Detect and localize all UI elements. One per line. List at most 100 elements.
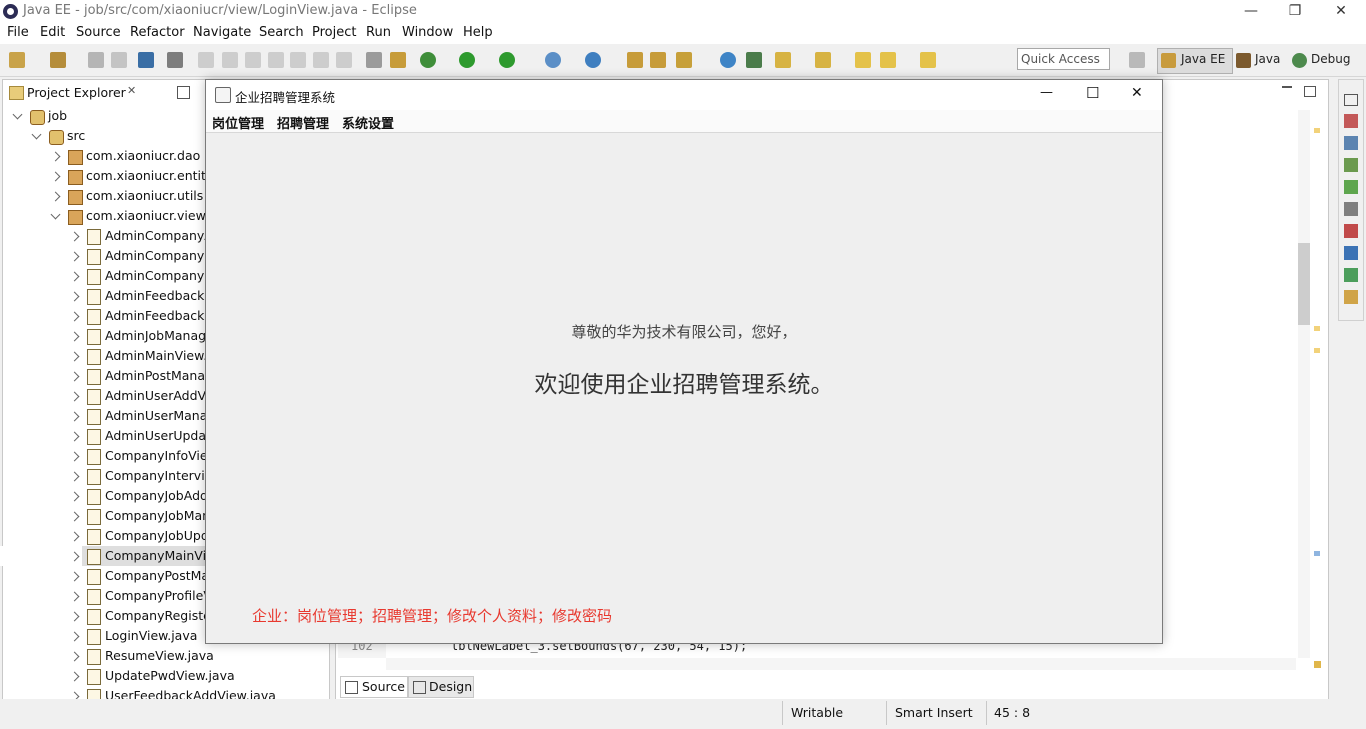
new-wizard-icon[interactable] — [50, 52, 66, 68]
project-explorer-tab[interactable]: Project Explorer ✕ — [3, 80, 143, 104]
tree-item-file[interactable]: ResumeView.java — [0, 646, 320, 666]
last-edit-icon[interactable] — [855, 52, 871, 68]
restore-button[interactable]: ❐ — [1272, 0, 1318, 24]
perspective-java-label[interactable]: Java — [1255, 52, 1280, 66]
menu-window[interactable]: Window — [402, 25, 453, 40]
disconnect-icon[interactable] — [268, 52, 284, 68]
chevron-right-icon[interactable] — [69, 651, 80, 662]
chevron-right-icon[interactable] — [50, 171, 61, 182]
debug-icon[interactable] — [420, 52, 436, 68]
search-icon[interactable] — [676, 52, 692, 68]
annotation-icon[interactable] — [746, 52, 762, 68]
chevron-right-icon[interactable] — [69, 611, 80, 622]
save-all-icon[interactable] — [111, 52, 127, 68]
menu-navigate[interactable]: Navigate — [193, 25, 251, 40]
dialog-minimize-button[interactable]: — — [1040, 85, 1053, 100]
chevron-right-icon[interactable] — [69, 431, 80, 442]
task-list-icon[interactable] — [1344, 136, 1358, 150]
open-perspective-icon[interactable] — [1129, 52, 1145, 68]
java-perspective-icon[interactable] — [1236, 53, 1251, 68]
new-server-icon[interactable] — [545, 52, 561, 68]
resume-icon[interactable] — [198, 52, 214, 68]
chevron-right-icon[interactable] — [69, 591, 80, 602]
chevron-right-icon[interactable] — [69, 251, 80, 262]
chevron-right-icon[interactable] — [69, 671, 80, 682]
menu-recruit-management[interactable]: 招聘管理 — [277, 113, 329, 132]
run-icon[interactable] — [459, 52, 475, 68]
forward-icon[interactable] — [920, 52, 936, 68]
step-over-icon[interactable] — [313, 52, 329, 68]
menu-refactor[interactable]: Refactor — [130, 25, 185, 40]
open-task-icon[interactable] — [650, 52, 666, 68]
suspend-icon[interactable] — [222, 52, 238, 68]
open-type-icon[interactable] — [627, 52, 643, 68]
chevron-right-icon[interactable] — [50, 151, 61, 162]
scroll-thumb[interactable] — [1298, 243, 1310, 325]
menu-help[interactable]: Help — [463, 25, 493, 40]
servers-icon[interactable] — [1344, 158, 1358, 172]
chevron-right-icon[interactable] — [69, 451, 80, 462]
console-icon[interactable] — [138, 52, 154, 68]
run-external-icon[interactable] — [499, 52, 515, 68]
new-icon[interactable] — [9, 52, 25, 68]
outline-icon[interactable] — [1344, 114, 1358, 128]
chevron-right-icon[interactable] — [69, 331, 80, 342]
chevron-right-icon[interactable] — [69, 291, 80, 302]
progress-icon[interactable] — [1344, 268, 1358, 282]
chevron-right-icon[interactable] — [69, 351, 80, 362]
horizontal-scrollbar[interactable] — [386, 658, 1296, 670]
tab-source[interactable]: Source — [340, 676, 408, 698]
quick-access-input[interactable]: Quick Access — [1017, 48, 1110, 70]
step-return-icon[interactable] — [336, 52, 352, 68]
chevron-down-icon[interactable] — [50, 209, 61, 220]
vertical-scrollbar[interactable] — [1298, 110, 1310, 658]
chevron-right-icon[interactable] — [69, 311, 80, 322]
chevron-right-icon[interactable] — [69, 531, 80, 542]
toggle-icon[interactable] — [366, 52, 382, 68]
collapse-all-icon[interactable] — [177, 86, 190, 99]
step-into-icon[interactable] — [290, 52, 306, 68]
chevron-right-icon[interactable] — [69, 631, 80, 642]
menu-file[interactable]: File — [7, 25, 29, 40]
chevron-right-icon[interactable] — [69, 471, 80, 482]
menu-search[interactable]: Search — [259, 25, 304, 40]
previous-annotation-icon[interactable] — [815, 52, 831, 68]
chevron-right-icon[interactable] — [69, 371, 80, 382]
minimize-button[interactable]: — — [1228, 0, 1274, 24]
menu-run[interactable]: Run — [366, 25, 391, 40]
snippets-icon[interactable] — [1344, 202, 1358, 216]
save-icon[interactable] — [88, 52, 104, 68]
chevron-right-icon[interactable] — [69, 391, 80, 402]
web-browser-icon[interactable] — [720, 52, 736, 68]
tree-item-file[interactable]: UpdatePwdView.java — [0, 666, 320, 686]
next-annotation-icon[interactable] — [775, 52, 791, 68]
dialog-close-button[interactable]: ✕ — [1131, 85, 1143, 101]
menu-post-management[interactable]: 岗位管理 — [212, 113, 264, 132]
menu-source[interactable]: Source — [76, 25, 121, 40]
minimize-editor-icon[interactable] — [1282, 86, 1292, 88]
menu-system-settings[interactable]: 系统设置 — [342, 113, 394, 132]
close-button[interactable]: ✕ — [1318, 0, 1364, 24]
debug-perspective-icon[interactable] — [1292, 53, 1307, 68]
chevron-right-icon[interactable] — [69, 271, 80, 282]
restore-view-icon[interactable] — [1344, 94, 1358, 106]
chevron-right-icon[interactable] — [69, 571, 80, 582]
menu-project[interactable]: Project — [312, 25, 356, 40]
format-icon[interactable] — [390, 52, 406, 68]
terminate-icon[interactable] — [245, 52, 261, 68]
problems-icon[interactable] — [1344, 224, 1358, 238]
close-tab-icon[interactable]: ✕ — [127, 84, 136, 97]
menu-edit[interactable]: Edit — [40, 25, 65, 40]
tab-design[interactable]: Design — [408, 676, 474, 698]
chevron-right-icon[interactable] — [69, 411, 80, 422]
chevron-right-icon[interactable] — [50, 191, 61, 202]
perspective-debug-label[interactable]: Debug — [1311, 52, 1350, 66]
chevron-right-icon[interactable] — [69, 231, 80, 242]
maximize-editor-icon[interactable] — [1304, 86, 1316, 97]
console-view-icon[interactable] — [1344, 246, 1358, 260]
dialog-maximize-button[interactable]: ☐ — [1086, 84, 1099, 102]
new-class-icon[interactable] — [585, 52, 601, 68]
chevron-right-icon[interactable] — [69, 551, 80, 562]
data-source-icon[interactable] — [1344, 180, 1358, 194]
skip-breakpoints-icon[interactable] — [167, 52, 183, 68]
